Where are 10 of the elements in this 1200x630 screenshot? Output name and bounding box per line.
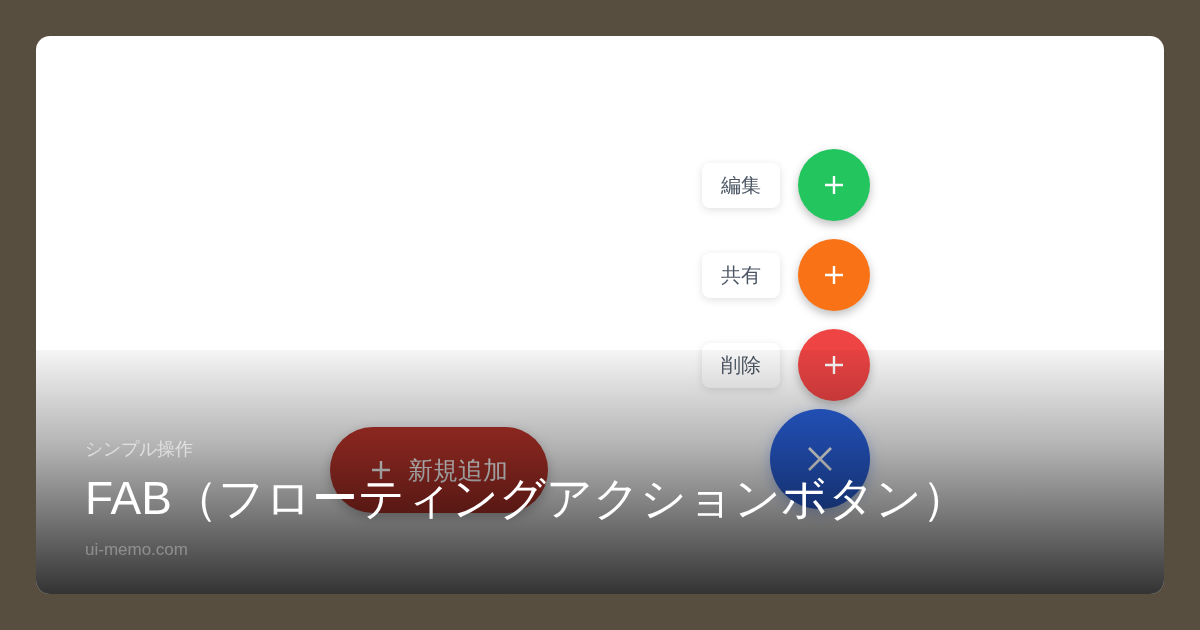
action-label: 編集 — [702, 162, 780, 208]
close-icon — [808, 447, 832, 471]
action-button[interactable] — [798, 329, 870, 401]
plus-icon — [825, 176, 843, 194]
plus-icon — [372, 461, 390, 479]
plus-icon — [825, 356, 843, 374]
action-button[interactable] — [798, 239, 870, 311]
action-label: 共有 — [702, 252, 780, 298]
action-label: 削除 — [702, 342, 780, 388]
plus-icon — [825, 266, 843, 284]
